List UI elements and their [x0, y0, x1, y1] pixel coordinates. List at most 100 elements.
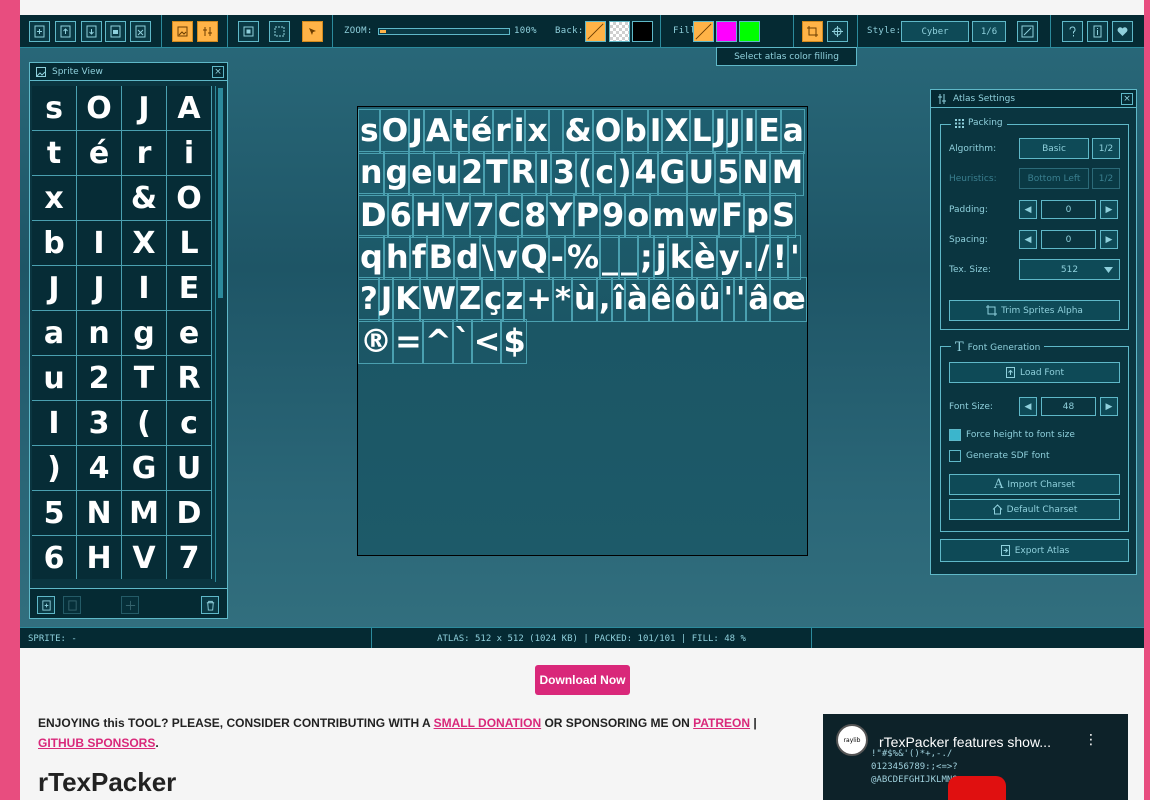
import-charset-button[interactable]: A Import Charset [949, 474, 1120, 495]
fill-color-magenta[interactable] [716, 21, 737, 42]
sprite-cell[interactable]: X [122, 221, 167, 266]
add-item-button[interactable] [121, 596, 139, 614]
sprite-view-close-button[interactable]: × [212, 66, 224, 78]
padding-increase-button[interactable]: ▶ [1100, 200, 1118, 219]
font-size-increase-button[interactable]: ▶ [1100, 397, 1118, 416]
small-donation-link[interactable]: SMALL DONATION [434, 716, 542, 730]
sprite-cell[interactable]: c [167, 401, 212, 446]
algorithm-selector[interactable]: Basic [1019, 138, 1089, 159]
video-menu-icon[interactable]: ⋮ [1084, 732, 1098, 748]
sprite-cell[interactable]: G [122, 446, 167, 491]
heuristics-page-button[interactable]: 1/2 [1092, 168, 1120, 189]
sprite-view-titlebar[interactable]: Sprite View × [30, 63, 227, 81]
sprite-cell[interactable]: ( [122, 401, 167, 446]
sprite-cell[interactable]: H [77, 536, 122, 579]
sprite-cell[interactable]: 4 [77, 446, 122, 491]
center-view-button[interactable] [827, 21, 848, 42]
sprite-cell[interactable]: I [77, 221, 122, 266]
sprite-cell[interactable]: b [32, 221, 77, 266]
style-page-button[interactable]: 1/6 [972, 21, 1006, 42]
sprite-cell[interactable]: 7 [167, 536, 212, 579]
duplicate-sprite-button[interactable] [63, 596, 81, 614]
sprite-cell[interactable]: & [122, 176, 167, 221]
cursor-mode-button[interactable] [302, 21, 323, 42]
scrollbar-thumb[interactable] [218, 88, 223, 298]
background-color-black[interactable] [632, 21, 653, 42]
texsize-dropdown[interactable]: 512 [1019, 259, 1120, 280]
spacing-value[interactable]: 0 [1041, 230, 1096, 249]
export-image-button[interactable] [105, 21, 126, 42]
video-play-button[interactable] [948, 776, 1006, 800]
help-button[interactable] [1062, 21, 1083, 42]
export-atlas-button[interactable]: Export Atlas [940, 539, 1129, 562]
heuristics-selector[interactable]: Bottom Left [1019, 168, 1089, 189]
new-project-button[interactable] [29, 21, 50, 42]
sprite-cell[interactable]: ) [32, 446, 77, 491]
sprite-cell[interactable]: s [32, 86, 77, 131]
github-sponsors-link[interactable]: GITHUB SPONSORS [38, 736, 155, 750]
sprite-view-scrollbar[interactable] [215, 86, 225, 582]
sdf-checkbox[interactable] [949, 450, 961, 462]
about-button[interactable] [1087, 21, 1108, 42]
sprite-cell[interactable]: J [32, 266, 77, 311]
sprite-cell[interactable]: 6 [32, 536, 77, 579]
sprite-cell[interactable]: J [77, 266, 122, 311]
sponsor-button[interactable] [1112, 21, 1133, 42]
default-charset-button[interactable]: Default Charset [949, 499, 1120, 520]
spacing-increase-button[interactable]: ▶ [1100, 230, 1118, 249]
sprite-cell[interactable]: e [167, 311, 212, 356]
sprite-cell[interactable]: i [167, 131, 212, 176]
sprite-cell[interactable] [77, 176, 122, 221]
settings-tool-button[interactable] [197, 21, 218, 42]
sprite-cell[interactable]: O [167, 176, 212, 221]
fill-color-none[interactable] [693, 21, 714, 42]
background-color-checker[interactable] [609, 21, 630, 42]
sprite-cell[interactable]: A [167, 86, 212, 131]
add-sprite-button[interactable] [37, 596, 55, 614]
sprite-cell[interactable]: r [122, 131, 167, 176]
load-project-button[interactable] [55, 21, 76, 42]
sprite-cell[interactable]: R [167, 356, 212, 401]
sprite-cell[interactable]: L [167, 221, 212, 266]
sprite-cell[interactable]: u [32, 356, 77, 401]
zoom-slider[interactable] [378, 28, 510, 35]
toggle-style-button[interactable] [1017, 21, 1038, 42]
patreon-link[interactable]: PATREON [693, 716, 750, 730]
video-embed[interactable]: !"#$%&'()*+,-./ 0123456789:;<=>? @ABCDEF… [823, 714, 1128, 800]
sprite-cell[interactable]: J [122, 86, 167, 131]
trim-sprites-button[interactable]: Trim Sprites Alpha [949, 300, 1120, 321]
sprite-cell[interactable]: D [167, 491, 212, 536]
delete-sprite-button[interactable] [201, 596, 219, 614]
atlas-canvas[interactable]: sOJAtérix & Ob I X L J J I Ea n g e u 2 T R I 3(c) 4 G U 5 N M D… [357, 106, 808, 556]
sprite-cell[interactable]: T [122, 356, 167, 401]
font-size-decrease-button[interactable]: ◀ [1019, 397, 1037, 416]
sprite-cell[interactable]: I [32, 401, 77, 446]
export-data-button[interactable] [130, 21, 151, 42]
sprite-cell[interactable]: I [122, 266, 167, 311]
sprite-cell[interactable]: O [77, 86, 122, 131]
sprite-cell[interactable]: V [122, 536, 167, 579]
atlas-settings-titlebar[interactable]: Atlas Settings × [931, 90, 1136, 108]
spacing-decrease-button[interactable]: ◀ [1019, 230, 1037, 249]
background-color-none[interactable] [585, 21, 606, 42]
atlas-settings-close-button[interactable]: × [1121, 93, 1133, 105]
sprite-tool-button[interactable] [172, 21, 193, 42]
load-font-button[interactable]: Load Font [949, 362, 1120, 383]
sprite-cell[interactable]: 5 [32, 491, 77, 536]
sprite-cell[interactable]: E [167, 266, 212, 311]
sprite-cell[interactable]: é [77, 131, 122, 176]
sprite-cell[interactable]: N [77, 491, 122, 536]
sprite-cell[interactable]: U [167, 446, 212, 491]
sprite-cell[interactable]: M [122, 491, 167, 536]
sprite-cell[interactable]: x [32, 176, 77, 221]
padding-value[interactable]: 0 [1041, 200, 1096, 219]
download-now-button[interactable]: Download Now [535, 665, 630, 695]
sprite-cell[interactable]: t [32, 131, 77, 176]
sprite-cell[interactable]: 3 [77, 401, 122, 446]
save-project-button[interactable] [81, 21, 102, 42]
algorithm-page-button[interactable]: 1/2 [1092, 138, 1120, 159]
font-size-value[interactable]: 48 [1041, 397, 1096, 416]
padding-decrease-button[interactable]: ◀ [1019, 200, 1037, 219]
sprite-cell[interactable]: g [122, 311, 167, 356]
force-height-checkbox[interactable] [949, 429, 961, 441]
